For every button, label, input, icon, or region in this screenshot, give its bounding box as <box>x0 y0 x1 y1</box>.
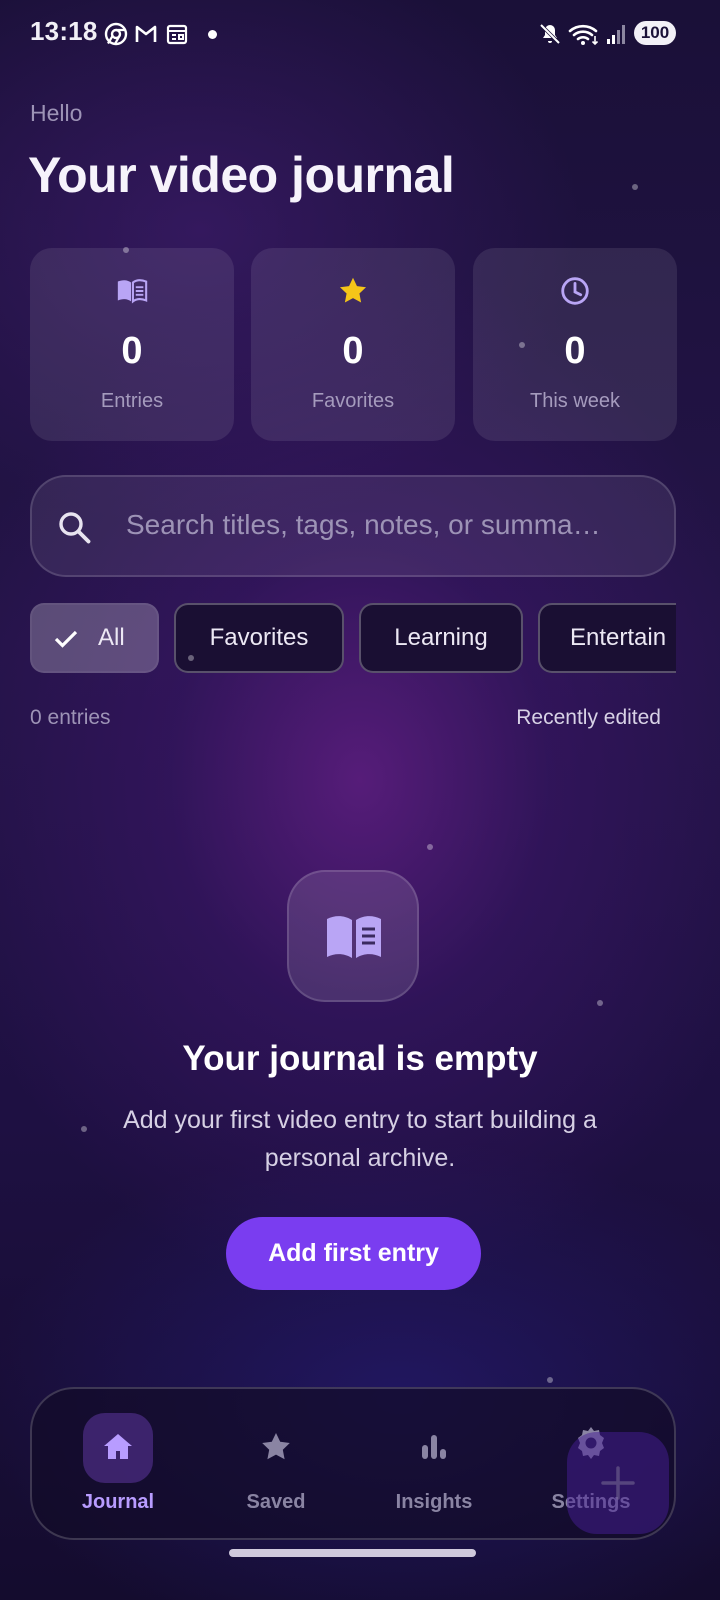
chip-learning[interactable]: Learning <box>359 603 523 673</box>
particle <box>597 1000 603 1006</box>
check-icon <box>54 630 78 648</box>
book-icon <box>117 279 148 304</box>
entry-count: 0 entries <box>30 706 111 729</box>
star-icon <box>339 277 367 303</box>
empty-state-title: Your journal is empty <box>182 1039 538 1078</box>
signal-icon <box>607 25 625 44</box>
home-indicator[interactable] <box>229 1549 476 1557</box>
battery-icon: 100 <box>634 21 676 45</box>
calendar-icon <box>166 24 188 45</box>
nav-item-insights[interactable]: Insights <box>359 1389 509 1539</box>
particle <box>188 655 194 661</box>
home-icon <box>104 1434 132 1459</box>
stat-label: Favorites <box>311 390 395 412</box>
stat-value: 0 <box>121 330 143 372</box>
book-icon <box>327 916 381 958</box>
stat-card-this-week: 0 This week <box>473 248 677 441</box>
chip-label: Favorites <box>209 624 309 651</box>
notification-dot <box>208 30 217 39</box>
star-icon <box>262 1433 290 1460</box>
chip-label: All <box>98 624 125 651</box>
chip-label: Entertain <box>570 624 667 651</box>
empty-state-description: Add your first video entry to start buil… <box>123 1106 597 1172</box>
bar-chart-icon <box>422 1435 446 1459</box>
chrome-icon <box>104 22 128 46</box>
nav-label: Insights <box>395 1491 473 1513</box>
filter-chips: All Favorites Learning Entertain <box>30 603 676 673</box>
clock-icon <box>561 277 589 305</box>
plus-icon <box>601 1466 635 1500</box>
particle <box>632 184 638 190</box>
particle <box>547 1377 553 1383</box>
stat-value: 0 <box>564 330 586 372</box>
search-icon[interactable] <box>56 509 94 547</box>
page-title: Your video journal <box>28 147 455 203</box>
chip-label: Learning <box>394 624 488 651</box>
mute-icon <box>539 23 561 45</box>
search-bar[interactable] <box>30 475 676 577</box>
stat-label: Entries <box>100 390 164 412</box>
particle <box>123 247 129 253</box>
stat-label: This week <box>529 390 621 412</box>
greeting: Hello <box>30 100 83 126</box>
particle <box>427 844 433 850</box>
nav-item-journal[interactable]: Journal <box>43 1389 193 1539</box>
search-input[interactable] <box>126 509 656 541</box>
stat-card-favorites: 0 Favorites <box>251 248 455 441</box>
empty-state-icon-box <box>287 870 419 1002</box>
add-entry-fab[interactable] <box>567 1432 669 1534</box>
particle <box>519 342 525 348</box>
nav-label: Journal <box>81 1491 155 1513</box>
sort-selector[interactable]: Recently edited <box>516 706 661 730</box>
nav-item-saved[interactable]: Saved <box>201 1389 351 1539</box>
gmail-icon <box>135 25 157 42</box>
add-first-entry-button[interactable]: Add first entry <box>226 1217 481 1290</box>
chip-all[interactable]: All <box>30 603 159 673</box>
nav-label: Saved <box>246 1491 306 1513</box>
stat-value: 0 <box>342 330 364 372</box>
chip-favorites[interactable]: Favorites <box>174 603 344 673</box>
stat-card-entries: 0 Entries <box>30 248 234 441</box>
chip-entertainment[interactable]: Entertain <box>538 603 676 673</box>
status-time: 13:18 <box>30 16 98 46</box>
wifi-icon <box>568 24 599 46</box>
